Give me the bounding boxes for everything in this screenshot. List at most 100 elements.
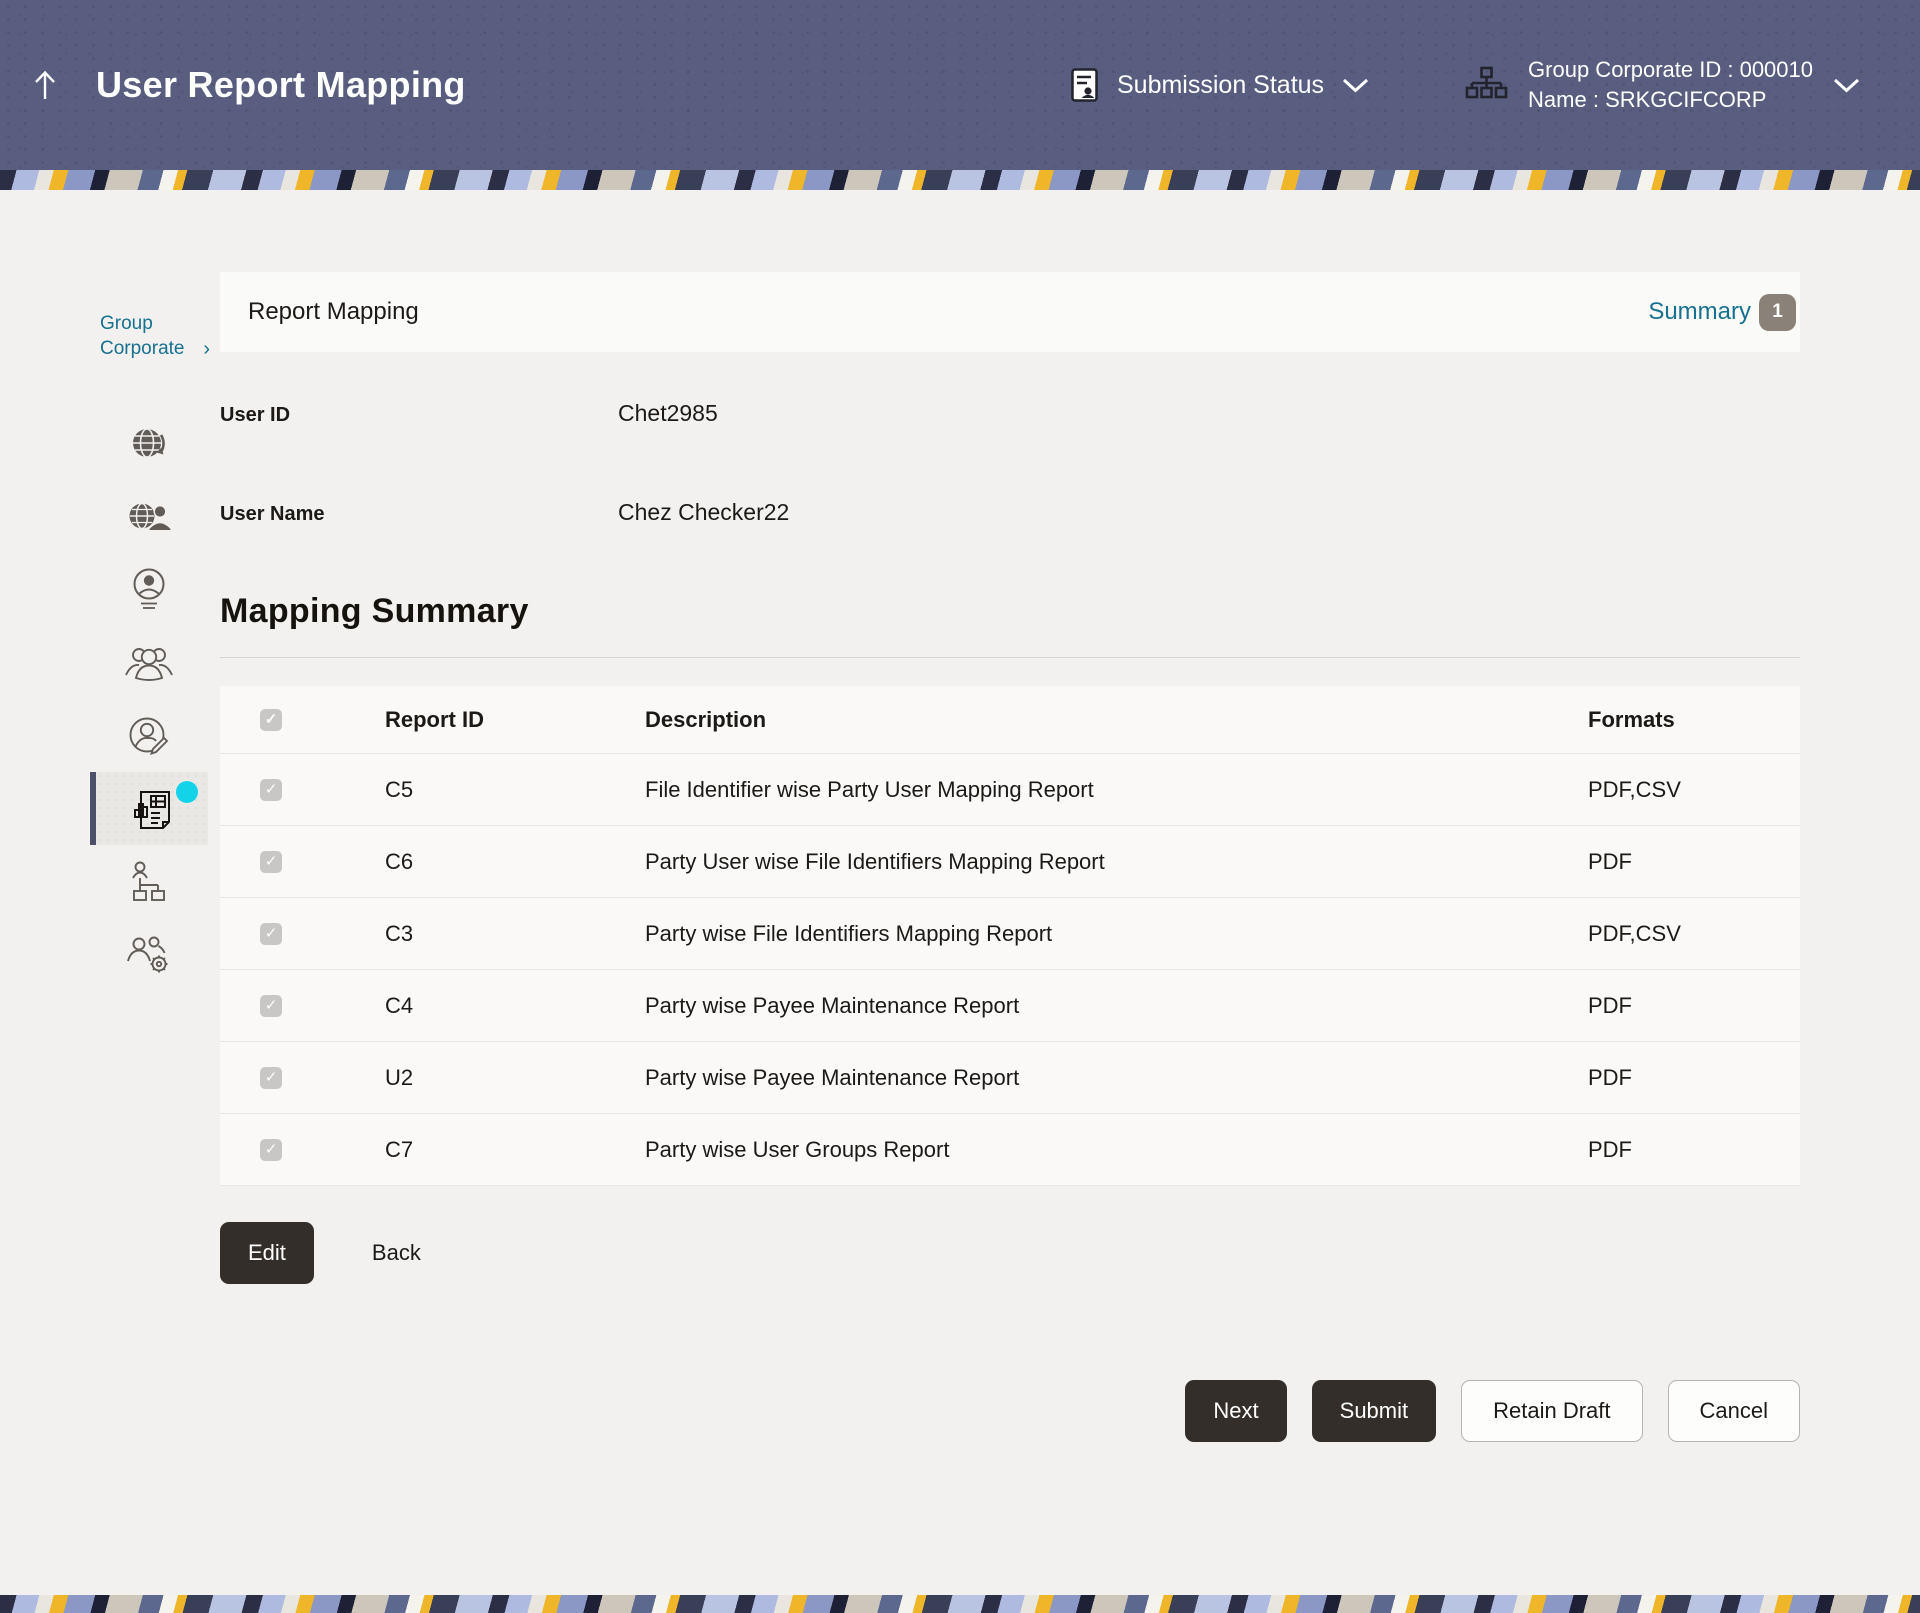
sidebar-item-user-group-settings[interactable] <box>90 918 208 991</box>
chevron-right-icon: › <box>203 336 210 362</box>
user-id-label: User ID <box>220 404 618 427</box>
submission-status-label: Submission Status <box>1117 71 1324 100</box>
breadcrumb-label: Group Corporate <box>100 312 199 361</box>
column-header-report-id: Report ID <box>385 707 645 733</box>
report-table-body: ✓ C5 File Identifier wise Party User Map… <box>220 754 1800 1186</box>
report-id-cell: C5 <box>385 777 645 803</box>
content: Group Corporate › <box>0 190 1920 1442</box>
section-divider <box>220 657 1800 658</box>
description-cell: Party wise Payee Maintenance Report <box>645 1065 1588 1091</box>
select-all-checkbox[interactable]: ✓ <box>260 709 282 731</box>
user-name-value: Chez Checker22 <box>618 499 789 526</box>
back-button[interactable]: Back <box>372 1240 421 1266</box>
table-row: ✓ C6 Party User wise File Identifiers Ma… <box>220 826 1800 898</box>
description-cell: Party User wise File Identifiers Mapping… <box>645 849 1588 875</box>
user-edit-icon <box>123 712 175 760</box>
report-id-cell: C6 <box>385 849 645 875</box>
sidebar-item-party-preferences[interactable] <box>90 407 208 480</box>
row-checkbox-cell: ✓ <box>220 779 385 801</box>
header-left: User Report Mapping <box>30 64 466 106</box>
sidebar-item-user-group[interactable] <box>90 626 208 699</box>
table-header-row: ✓ Report ID Description Formats <box>220 686 1800 754</box>
group-corporate-id: Group Corporate ID : 000010 <box>1528 55 1813 85</box>
submission-status-icon <box>1070 67 1099 103</box>
edit-button[interactable]: Edit <box>220 1222 314 1284</box>
panel-title: Report Mapping <box>248 298 419 326</box>
report-mapping-table: ✓ Report ID Description Formats ✓ C5 Fil… <box>220 686 1800 1186</box>
breadcrumb-group-corporate[interactable]: Group Corporate › <box>100 312 210 361</box>
row-checkbox[interactable]: ✓ <box>260 995 282 1017</box>
summary-wrap: Summary 1 <box>1648 294 1796 331</box>
group-corporate-name: Name : SRKGCIFCORP <box>1528 85 1813 115</box>
row-checkbox-cell: ✓ <box>220 1139 385 1161</box>
chevron-down-icon <box>1342 78 1369 93</box>
row-checkbox[interactable]: ✓ <box>260 779 282 801</box>
user-id-value: Chet2985 <box>618 400 718 427</box>
description-cell: File Identifier wise Party User Mapping … <box>645 777 1588 803</box>
description-cell: Party wise User Groups Report <box>645 1137 1588 1163</box>
report-id-cell: C7 <box>385 1137 645 1163</box>
description-cell: Party wise File Identifiers Mapping Repo… <box>645 921 1588 947</box>
column-header-formats: Formats <box>1588 707 1800 733</box>
main-content: Report Mapping Summary 1 User ID Chet298… <box>220 190 1800 1442</box>
form-actions: Next Submit Retain Draft Cancel <box>220 1380 1800 1442</box>
table-row: ✓ U2 Party wise Payee Maintenance Report… <box>220 1042 1800 1114</box>
formats-cell: PDF <box>1588 993 1800 1019</box>
retain-draft-button[interactable]: Retain Draft <box>1461 1380 1642 1442</box>
column-header-description: Description <box>645 707 1588 733</box>
table-row: ✓ C7 Party wise User Groups Report PDF <box>220 1114 1800 1186</box>
sidebar-item-corporate-user[interactable] <box>90 480 208 553</box>
summary-link[interactable]: Summary <box>1648 298 1751 326</box>
sidebar-item-user-modify[interactable] <box>90 699 208 772</box>
row-checkbox-cell: ✓ <box>220 1067 385 1089</box>
report-id-cell: C3 <box>385 921 645 947</box>
header-checkbox-cell: ✓ <box>220 709 385 731</box>
sidebar-item-report-mapping[interactable] <box>90 772 208 845</box>
group-corporate-dropdown[interactable]: Group Corporate ID : 000010 Name : SRKGC… <box>1464 55 1860 114</box>
page-title: User Report Mapping <box>96 64 466 106</box>
workflow-user-icon <box>125 858 173 906</box>
table-row: ✓ C3 Party wise File Identifiers Mapping… <box>220 898 1800 970</box>
user-name-label: User Name <box>220 503 618 526</box>
report-id-cell: U2 <box>385 1065 645 1091</box>
sidebar: Group Corporate › <box>0 190 220 1442</box>
mapping-summary-title: Mapping Summary <box>220 592 1800 631</box>
submit-button[interactable]: Submit <box>1312 1380 1436 1442</box>
scroll-up-icon[interactable] <box>30 68 60 102</box>
active-indicator-dot <box>176 781 198 803</box>
table-row: ✓ C5 File Identifier wise Party User Map… <box>220 754 1800 826</box>
row-checkbox[interactable]: ✓ <box>260 1067 282 1089</box>
report-mapping-panel-header: Report Mapping Summary 1 <box>220 272 1800 352</box>
row-checkbox-cell: ✓ <box>220 923 385 945</box>
next-button[interactable]: Next <box>1185 1380 1286 1442</box>
user-settings-icon <box>123 931 175 979</box>
row-checkbox[interactable]: ✓ <box>260 923 282 945</box>
globe-refresh-icon <box>125 422 173 466</box>
sidebar-item-workflow-management[interactable] <box>90 845 208 918</box>
report-id-cell: C4 <box>385 993 645 1019</box>
sidebar-item-user-profile[interactable] <box>90 553 208 626</box>
chevron-down-icon <box>1833 78 1860 93</box>
sidebar-nav <box>0 407 220 991</box>
summary-count-badge: 1 <box>1759 294 1796 331</box>
org-hierarchy-icon <box>1464 66 1508 104</box>
report-mapping-icon <box>127 784 177 834</box>
user-profile-icon <box>125 566 173 614</box>
app-header: User Report Mapping Submission Status <box>0 0 1920 170</box>
cancel-button[interactable]: Cancel <box>1668 1380 1800 1442</box>
row-checkbox[interactable]: ✓ <box>260 1139 282 1161</box>
table-row: ✓ C4 Party wise Payee Maintenance Report… <box>220 970 1800 1042</box>
decorative-pattern-strip-bottom <box>0 1595 1920 1613</box>
formats-cell: PDF <box>1588 1065 1800 1091</box>
user-name-row: User Name Chez Checker22 <box>220 499 1800 526</box>
submission-status-dropdown[interactable]: Submission Status <box>1070 67 1369 103</box>
globe-user-icon <box>123 495 175 539</box>
user-group-icon <box>122 642 176 684</box>
group-corporate-info: Group Corporate ID : 000010 Name : SRKGC… <box>1528 55 1813 114</box>
edit-back-actions: Edit Back <box>220 1222 1800 1284</box>
description-cell: Party wise Payee Maintenance Report <box>645 993 1588 1019</box>
formats-cell: PDF <box>1588 1137 1800 1163</box>
row-checkbox[interactable]: ✓ <box>260 851 282 873</box>
formats-cell: PDF,CSV <box>1588 921 1800 947</box>
decorative-pattern-strip-top <box>0 170 1920 190</box>
